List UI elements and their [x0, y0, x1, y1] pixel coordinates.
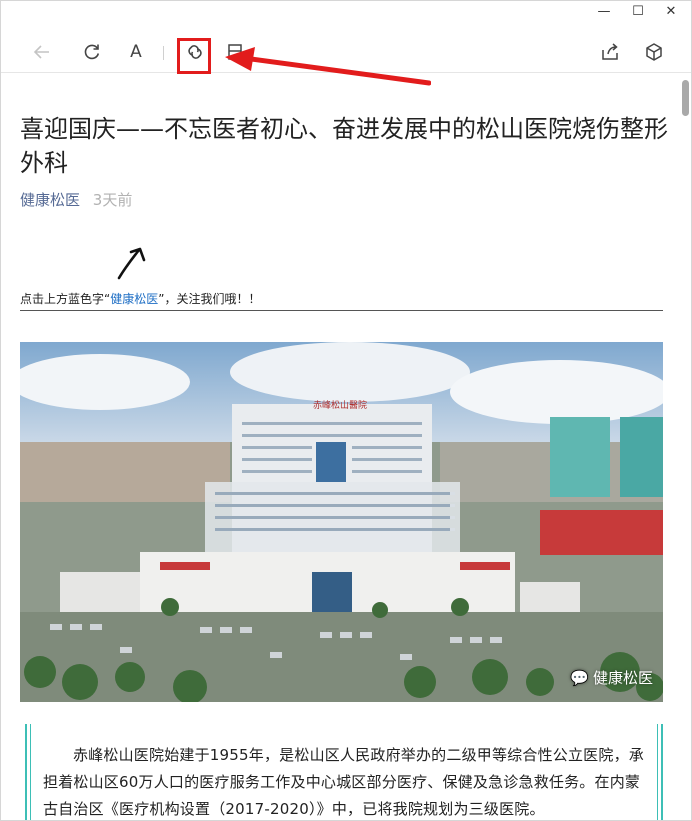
cube-icon — [646, 43, 662, 61]
article-meta: 健康松医 3天前 — [20, 189, 132, 210]
close-button[interactable]: ✕ — [654, 1, 688, 21]
back-button[interactable] — [27, 37, 57, 67]
divider — [20, 310, 663, 311]
refresh-button[interactable] — [77, 37, 107, 67]
share-icon — [602, 43, 618, 60]
follow-account-link[interactable]: 健康松医 — [110, 292, 158, 306]
open-in-app-button[interactable] — [639, 37, 669, 67]
article-title: 喜迎国庆——不忘医者初心、奋进发展中的松山医院烧伤整形外科 — [20, 115, 668, 177]
hospital-photo: 赤峰松山醫院 💬 健康松医 — [20, 342, 663, 702]
source-link[interactable]: 健康松医 — [20, 191, 80, 209]
close-icon: ✕ — [665, 3, 677, 19]
highlight-box — [177, 38, 211, 74]
title-bar: — ☐ ✕ — [1, 1, 691, 21]
refresh-icon — [84, 44, 100, 60]
font-size-button[interactable]: A — [121, 37, 151, 67]
quote-border-right — [657, 724, 663, 820]
maximize-icon: ☐ — [632, 3, 644, 19]
intro-paragraph: 赤峰松山医院始建于1955年，是松山区人民政府举办的二级甲等综合性公立医院，承担… — [43, 746, 644, 818]
maximize-button[interactable]: ☐ — [621, 1, 655, 21]
photo-watermark: 💬 健康松医 — [570, 667, 653, 688]
quote-border-left — [25, 724, 31, 820]
publish-time: 3天前 — [92, 191, 133, 209]
back-arrow-icon — [33, 45, 49, 59]
reader-window: — ☐ ✕ A 喜迎国庆——不忘医者初心、奋进发展中的松山医院烧伤整形外科 健康… — [0, 0, 692, 821]
font-icon: A — [130, 42, 142, 62]
follow-prefix: 点击上方蓝色字“ — [20, 292, 111, 306]
scrollbar-thumb[interactable] — [682, 80, 689, 116]
up-arrow-icon — [117, 247, 146, 280]
minimize-icon: — — [597, 3, 611, 19]
intro-quote-block: 赤峰松山医院始建于1955年，是松山区人民政府举办的二级甲等综合性公立医院，承担… — [25, 724, 663, 820]
follow-prompt: 点击上方蓝色字“健康松医”，关注我们哦！！ — [20, 290, 260, 307]
minimize-button[interactable]: — — [587, 1, 621, 21]
toolbar-separator — [163, 46, 164, 60]
watermark-label: 健康松医 — [592, 669, 653, 687]
scrollbar[interactable] — [679, 74, 691, 820]
follow-suffix: ”，关注我们哦！！ — [158, 292, 261, 306]
wechat-icon: 💬 — [570, 668, 589, 687]
article-content: 喜迎国庆——不忘医者初心、奋进发展中的松山医院烧伤整形外科 健康松医 3天前 点… — [1, 74, 679, 820]
hospital-sign: 赤峰松山醫院 — [313, 399, 367, 411]
share-button[interactable] — [595, 37, 625, 67]
